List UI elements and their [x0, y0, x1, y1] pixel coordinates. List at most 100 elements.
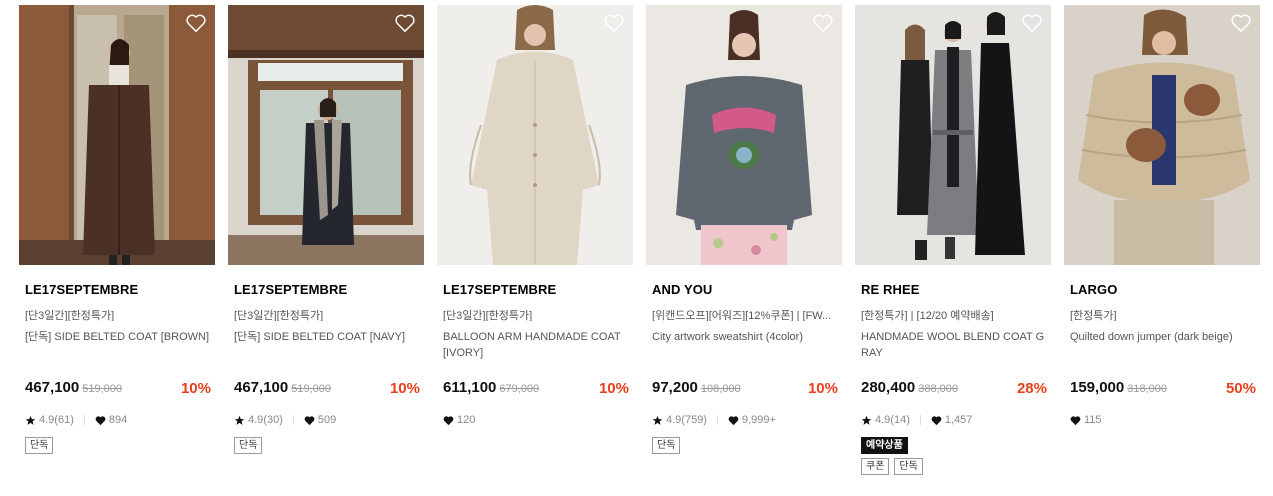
wishlist-button[interactable] [603, 13, 625, 33]
product-name[interactable]: Quilted down jumper (dark beige) [1070, 329, 1256, 361]
star-icon [652, 415, 663, 425]
price-row: 159,000 318,000 50% [1070, 379, 1256, 399]
heart-outline-icon [186, 14, 206, 32]
product-tagline: [단3일간][한정특가] [234, 310, 324, 321]
sale-price: 467,100 [25, 379, 80, 396]
brand-name[interactable]: LE17SEPTEMBRE [25, 282, 215, 298]
star-icon [25, 415, 36, 425]
product-photo [646, 5, 842, 265]
price-row: 280,400 388,000 28% [861, 379, 1047, 399]
price-row: 611,100 679,000 10% [443, 379, 629, 399]
meta-divider [292, 415, 294, 425]
product-name[interactable]: BALLOON ARM HANDMADE COAT [IVORY] [443, 329, 629, 361]
badge-area: 단독 [234, 437, 263, 458]
heart-filled-icon [95, 415, 106, 425]
product-meta: 4.9(61) 894 [25, 413, 127, 427]
sale-price: 159,000 [1070, 379, 1125, 396]
product-photo [855, 5, 1051, 265]
like-count: 120 [457, 414, 476, 426]
original-price: 108,000 [700, 383, 741, 395]
product-grid: LE17SEPTEMBRE [단3일간][한정특가] [단독] SIDE BEL… [0, 0, 1273, 496]
sale-price: 611,100 [443, 379, 497, 396]
preorder-badge: 예약상품 [861, 437, 908, 454]
star-icon [234, 415, 245, 425]
product-image[interactable] [228, 5, 424, 265]
product-tagline: [한정특가] [1070, 310, 1117, 321]
product-name[interactable]: HANDMADE WOOL BLEND COAT GRAY [861, 329, 1047, 361]
heart-filled-icon [1070, 415, 1081, 425]
exclusive-badge: 단독 [894, 458, 923, 475]
product-meta: 4.9(14) 1,457 [861, 413, 972, 427]
discount-rate: 10% [180, 380, 211, 397]
exclusive-badge: 단독 [652, 437, 681, 454]
product-meta: 115 [1070, 413, 1102, 427]
rating-text: 4.9(61) [39, 414, 74, 426]
product-photo [19, 5, 215, 265]
product-tagline: [한정특가] | [12/20 예약배송] [861, 310, 994, 321]
product-card[interactable]: LE17SEPTEMBRE [단3일간][한정특가] [단독] SIDE BEL… [19, 5, 215, 454]
like-count: 509 [317, 414, 337, 426]
rating-text: 4.9(14) [875, 414, 910, 426]
rating-text: 4.9(759) [666, 414, 707, 426]
product-card[interactable]: LE17SEPTEMBRE [단3일간][한정특가] [단독] SIDE BEL… [228, 5, 424, 454]
heart-filled-icon [931, 415, 942, 425]
brand-name[interactable]: AND YOU [652, 282, 842, 298]
heart-outline-icon [1231, 14, 1251, 32]
heart-filled-icon [443, 415, 454, 425]
coupon-badge: 쿠폰 [861, 458, 890, 475]
product-meta: 4.9(759) 9,999+ [652, 413, 776, 427]
discount-rate: 28% [1016, 380, 1047, 397]
product-card[interactable]: LARGO [한정특가] Quilted down jumper (dark b… [1064, 5, 1260, 426]
product-card[interactable]: LE17SEPTEMBRE [단3일간][한정특가] BALLOON ARM H… [437, 5, 633, 426]
brand-name[interactable]: RE RHEE [861, 282, 1051, 298]
original-price: 318,000 [1127, 383, 1167, 395]
wishlist-button[interactable] [394, 13, 416, 33]
star-icon [861, 415, 872, 425]
like-count: 9,999+ [741, 414, 776, 426]
meta-divider [919, 415, 921, 425]
meta-divider [83, 415, 85, 425]
exclusive-badge: 단독 [234, 437, 263, 454]
heart-outline-icon [813, 14, 833, 32]
product-tagline: [단3일간][한정특가] [443, 310, 533, 321]
product-photo [1064, 5, 1260, 265]
original-price: 679,000 [499, 383, 540, 395]
product-tagline: [위캔드오프][어워즈][12%쿠폰] | [FW... [652, 310, 832, 321]
product-image[interactable] [19, 5, 215, 265]
product-image[interactable] [437, 5, 633, 265]
brand-name[interactable]: LARGO [1070, 282, 1260, 298]
discount-rate: 10% [807, 380, 838, 397]
sale-price: 97,200 [652, 379, 698, 396]
like-count: 894 [108, 414, 128, 426]
product-image[interactable] [646, 5, 842, 265]
wishlist-button[interactable] [1021, 13, 1043, 33]
meta-divider [716, 415, 718, 425]
product-meta: 120 [443, 413, 475, 427]
rating-text: 4.9(30) [248, 414, 283, 426]
brand-name[interactable]: LE17SEPTEMBRE [443, 282, 633, 298]
exclusive-badge: 단독 [25, 437, 54, 454]
wishlist-button[interactable] [812, 13, 834, 33]
badge-area: 단독 [25, 437, 54, 458]
product-name[interactable]: City artwork sweatshirt (4color) [652, 329, 838, 361]
product-image[interactable] [855, 5, 1051, 265]
product-card[interactable]: RE RHEE [한정특가] | [12/20 예약배송] HANDMADE W… [855, 5, 1051, 475]
heart-outline-icon [395, 14, 415, 32]
original-price: 519,000 [291, 383, 331, 395]
product-meta: 4.9(30) 509 [234, 413, 336, 427]
discount-rate: 10% [598, 380, 629, 397]
heart-outline-icon [604, 14, 624, 32]
brand-name[interactable]: LE17SEPTEMBRE [234, 282, 424, 298]
product-photo [437, 5, 633, 265]
wishlist-button[interactable] [185, 13, 207, 33]
product-name[interactable]: [단독] SIDE BELTED COAT [NAVY] [234, 329, 420, 361]
sale-price: 467,100 [234, 379, 289, 396]
product-tagline: [단3일간][한정특가] [25, 310, 115, 321]
price-row: 467,100 519,000 10% [25, 379, 211, 399]
price-row: 97,200 108,000 10% [652, 379, 838, 399]
product-card[interactable]: AND YOU [위캔드오프][어워즈][12%쿠폰] | [FW... Cit… [646, 5, 842, 454]
wishlist-button[interactable] [1230, 13, 1252, 33]
product-image[interactable] [1064, 5, 1260, 265]
product-name[interactable]: [단독] SIDE BELTED COAT [BROWN] [25, 329, 211, 361]
discount-rate: 10% [389, 380, 420, 397]
